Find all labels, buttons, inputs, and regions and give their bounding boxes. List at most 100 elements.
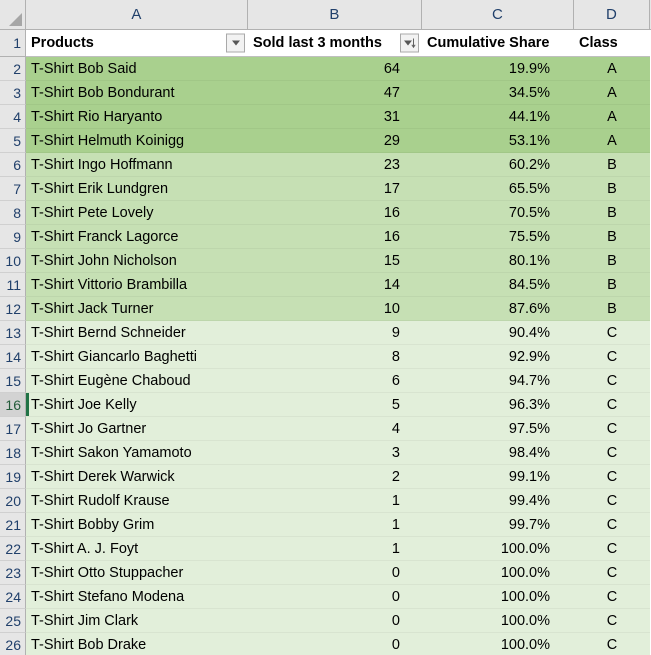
column-header-b[interactable]: B [248,0,422,29]
cell-class-7[interactable]: B [574,177,650,201]
cell-class-20[interactable]: C [574,489,650,513]
cell-sold-2[interactable]: 64 [248,57,422,81]
cell-product-4[interactable]: T-Shirt Rio Haryanto [26,105,248,129]
cell-sold-4[interactable]: 31 [248,105,422,129]
cell-product-11[interactable]: T-Shirt Vittorio Brambilla [26,273,248,297]
cell-sold-14[interactable]: 8 [248,345,422,369]
cell-class-4[interactable]: A [574,105,650,129]
cell-class-9[interactable]: B [574,225,650,249]
row-header-7[interactable]: 7 [0,177,26,201]
cell-product-24[interactable]: T-Shirt Stefano Modena [26,585,248,609]
row-header-12[interactable]: 12 [0,297,26,321]
row-header-19[interactable]: 19 [0,465,26,489]
column-header-d[interactable]: D [574,0,650,29]
cell-product-26[interactable]: T-Shirt Bob Drake [26,633,248,655]
cell-product-22[interactable]: T-Shirt A. J. Foyt [26,537,248,561]
row-header-24[interactable]: 24 [0,585,26,609]
row-header-3[interactable]: 3 [0,81,26,105]
cell-class-24[interactable]: C [574,585,650,609]
cell-class-26[interactable]: C [574,633,650,655]
cell-sold-17[interactable]: 4 [248,417,422,441]
header-cell-products[interactable]: Products [26,30,248,57]
cell-product-21[interactable]: T-Shirt Bobby Grim [26,513,248,537]
row-header-25[interactable]: 25 [0,609,26,633]
cell-share-16[interactable]: 96.3% [422,393,574,417]
cell-class-8[interactable]: B [574,201,650,225]
row-header-23[interactable]: 23 [0,561,26,585]
row-header-18[interactable]: 18 [0,441,26,465]
header-cell-cumulative-share[interactable]: Cumulative Share [422,30,574,57]
cell-share-7[interactable]: 65.5% [422,177,574,201]
cell-sold-16[interactable]: 5 [248,393,422,417]
cell-product-17[interactable]: T-Shirt Jo Gartner [26,417,248,441]
cell-sold-19[interactable]: 2 [248,465,422,489]
cell-share-9[interactable]: 75.5% [422,225,574,249]
cell-product-14[interactable]: T-Shirt Giancarlo Baghetti [26,345,248,369]
cell-class-14[interactable]: C [574,345,650,369]
row-header-6[interactable]: 6 [0,153,26,177]
row-header-11[interactable]: 11 [0,273,26,297]
cell-share-14[interactable]: 92.9% [422,345,574,369]
cell-sold-8[interactable]: 16 [248,201,422,225]
row-header-9[interactable]: 9 [0,225,26,249]
cell-product-7[interactable]: T-Shirt Erik Lundgren [26,177,248,201]
cell-share-22[interactable]: 100.0% [422,537,574,561]
cell-class-22[interactable]: C [574,537,650,561]
header-cell-class[interactable]: Class [574,30,650,57]
row-header-16[interactable]: 16 [0,393,26,417]
cell-product-10[interactable]: T-Shirt John Nicholson [26,249,248,273]
cell-sold-6[interactable]: 23 [248,153,422,177]
cell-sold-23[interactable]: 0 [248,561,422,585]
row-header-20[interactable]: 20 [0,489,26,513]
cell-share-17[interactable]: 97.5% [422,417,574,441]
cell-share-21[interactable]: 99.7% [422,513,574,537]
cell-class-15[interactable]: C [574,369,650,393]
row-header-17[interactable]: 17 [0,417,26,441]
column-header-a[interactable]: A [26,0,248,29]
row-header-10[interactable]: 10 [0,249,26,273]
cell-sold-3[interactable]: 47 [248,81,422,105]
cell-sold-11[interactable]: 14 [248,273,422,297]
cell-sold-15[interactable]: 6 [248,369,422,393]
row-header-26[interactable]: 26 [0,633,26,655]
cell-class-18[interactable]: C [574,441,650,465]
cell-sold-18[interactable]: 3 [248,441,422,465]
cell-product-2[interactable]: T-Shirt Bob Said [26,57,248,81]
cell-product-15[interactable]: T-Shirt Eugène Chaboud [26,369,248,393]
cell-product-13[interactable]: T-Shirt Bernd Schneider [26,321,248,345]
cell-share-25[interactable]: 100.0% [422,609,574,633]
cell-share-13[interactable]: 90.4% [422,321,574,345]
cell-product-16[interactable]: T-Shirt Joe Kelly [26,393,248,417]
cell-share-2[interactable]: 19.9% [422,57,574,81]
cell-product-6[interactable]: T-Shirt Ingo Hoffmann [26,153,248,177]
cell-product-12[interactable]: T-Shirt Jack Turner [26,297,248,321]
cell-share-26[interactable]: 100.0% [422,633,574,655]
cell-class-11[interactable]: B [574,273,650,297]
cell-share-4[interactable]: 44.1% [422,105,574,129]
row-header-15[interactable]: 15 [0,369,26,393]
header-cell-sold[interactable]: Sold last 3 months [248,30,422,57]
cell-product-9[interactable]: T-Shirt Franck Lagorce [26,225,248,249]
cell-sold-26[interactable]: 0 [248,633,422,655]
cell-sold-7[interactable]: 17 [248,177,422,201]
row-header-4[interactable]: 4 [0,105,26,129]
cell-share-12[interactable]: 87.6% [422,297,574,321]
cell-product-19[interactable]: T-Shirt Derek Warwick [26,465,248,489]
cell-product-18[interactable]: T-Shirt Sakon Yamamoto [26,441,248,465]
cell-sold-5[interactable]: 29 [248,129,422,153]
cell-sold-25[interactable]: 0 [248,609,422,633]
row-header-8[interactable]: 8 [0,201,26,225]
cell-class-21[interactable]: C [574,513,650,537]
cell-share-10[interactable]: 80.1% [422,249,574,273]
cell-share-23[interactable]: 100.0% [422,561,574,585]
cell-class-10[interactable]: B [574,249,650,273]
cell-product-23[interactable]: T-Shirt Otto Stuppacher [26,561,248,585]
cell-product-20[interactable]: T-Shirt Rudolf Krause [26,489,248,513]
row-header-22[interactable]: 22 [0,537,26,561]
row-header-2[interactable]: 2 [0,57,26,81]
cell-sold-13[interactable]: 9 [248,321,422,345]
cell-class-16[interactable]: C [574,393,650,417]
row-header-13[interactable]: 13 [0,321,26,345]
cell-product-8[interactable]: T-Shirt Pete Lovely [26,201,248,225]
cell-share-19[interactable]: 99.1% [422,465,574,489]
